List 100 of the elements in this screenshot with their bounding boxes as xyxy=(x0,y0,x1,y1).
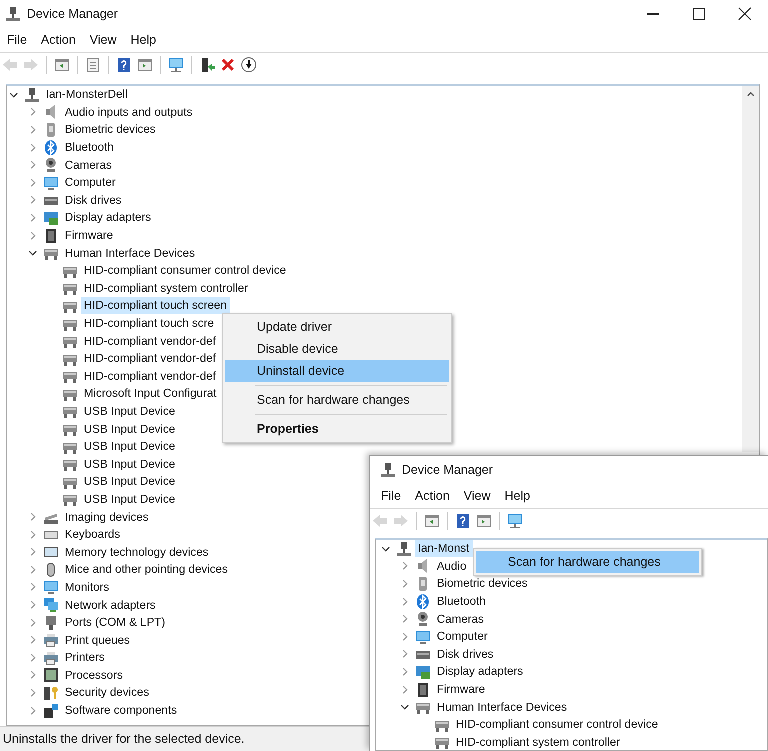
tree-item[interactable]: Microsoft Input Configurat xyxy=(81,385,220,402)
tree-item[interactable]: HID-compliant touch screen xyxy=(81,297,230,314)
monitor-icon[interactable] xyxy=(168,56,184,72)
tree-item[interactable]: USB Input Device xyxy=(81,490,179,508)
tree-item[interactable]: Human Interface Devices xyxy=(62,244,198,262)
menu-item[interactable]: Uninstall device xyxy=(225,360,449,382)
tree-item[interactable]: Computer xyxy=(62,174,119,192)
chevron-right-icon[interactable] xyxy=(28,178,38,188)
tree-item[interactable]: Bluetooth xyxy=(62,139,117,156)
chevron-right-icon[interactable] xyxy=(28,530,38,540)
menu-item[interactable]: Scan for hardware changes xyxy=(476,551,699,573)
menu-item[interactable]: File xyxy=(0,33,34,47)
chevron-right-icon[interactable] xyxy=(28,107,38,118)
tree-item[interactable]: Firmware xyxy=(62,227,116,244)
tree-item[interactable]: USB Input Device xyxy=(81,456,179,473)
chevron-right-icon[interactable] xyxy=(28,670,38,680)
tree-item[interactable]: Ian-MonsterDell xyxy=(43,86,131,104)
tree-item[interactable]: Ian-Monst xyxy=(415,540,473,558)
chevron-right-icon[interactable] xyxy=(28,688,38,698)
tree-item[interactable]: Processors xyxy=(62,666,126,684)
tree-item[interactable]: Mice and other pointing devices xyxy=(62,561,232,578)
tree-item[interactable]: Firmware xyxy=(434,681,488,698)
chevron-down-icon[interactable] xyxy=(400,702,410,712)
tree-item[interactable]: HID-compliant system controller xyxy=(81,280,252,297)
tree-item[interactable]: USB Input Device xyxy=(81,473,179,490)
tree-item[interactable]: Cameras xyxy=(434,610,488,628)
menu-item[interactable]: Action xyxy=(408,489,457,503)
tree-item[interactable]: Security devices xyxy=(62,684,152,702)
tree-item[interactable]: Disk drives xyxy=(62,192,125,209)
tree-item[interactable]: Monitors xyxy=(62,578,112,596)
chevron-right-icon[interactable] xyxy=(28,635,38,646)
tree-item[interactable]: Audio xyxy=(434,558,470,575)
chevron-right-icon[interactable] xyxy=(28,618,38,628)
tree-item[interactable]: USB Input Device xyxy=(81,438,179,456)
tree-item[interactable]: HID-compliant vendor-def xyxy=(81,368,220,385)
pane-icon[interactable] xyxy=(54,56,70,72)
tree-item[interactable]: USB Input Device xyxy=(81,402,179,420)
chevron-right-icon[interactable] xyxy=(28,564,38,575)
monitor-icon[interactable] xyxy=(507,512,523,528)
tree-item[interactable]: Biometric devices xyxy=(434,575,531,592)
tree-item[interactable]: Bluetooth xyxy=(434,593,489,610)
tree-item[interactable]: Printers xyxy=(62,649,108,666)
tree-item[interactable]: Audio inputs and outputs xyxy=(62,104,196,121)
tree-item[interactable]: Computer xyxy=(434,628,491,646)
scroll-up-icon[interactable] xyxy=(746,90,756,98)
document-icon[interactable] xyxy=(85,56,101,72)
tree-item[interactable]: Imaging devices xyxy=(62,508,152,526)
chevron-right-icon[interactable] xyxy=(28,195,38,206)
cross-icon[interactable] xyxy=(220,56,236,72)
tree-item[interactable]: Disk drives xyxy=(434,646,497,663)
chevron-down-icon[interactable] xyxy=(28,248,38,258)
tree-item[interactable]: HID-compliant touch scre xyxy=(81,315,218,332)
chevron-right-icon[interactable] xyxy=(28,582,38,592)
tree-item[interactable]: Network adapters xyxy=(62,596,159,614)
tree-item[interactable]: Ports (COM & LPT) xyxy=(62,614,168,632)
chevron-right-icon[interactable] xyxy=(28,512,38,522)
chevron-right-icon[interactable] xyxy=(28,142,38,153)
chevron-right-icon[interactable] xyxy=(400,578,410,589)
menu-item[interactable]: Update driver xyxy=(225,316,449,338)
chevron-right-icon[interactable] xyxy=(28,600,38,610)
tree-item[interactable]: Display adapters xyxy=(62,209,154,226)
tree-item[interactable]: HID-compliant consumer control device xyxy=(81,262,290,280)
chevron-right-icon[interactable] xyxy=(28,706,38,716)
chevron-right-icon[interactable] xyxy=(400,632,410,642)
chevron-right-icon[interactable] xyxy=(28,160,38,170)
tree-item[interactable]: Memory technology devices xyxy=(62,544,212,561)
menu-item[interactable]: Help xyxy=(124,33,164,47)
chevron-right-icon[interactable] xyxy=(400,649,410,660)
menu-item[interactable]: Scan for hardware changes xyxy=(225,389,449,411)
menu-item[interactable]: View xyxy=(456,489,498,503)
tree-item[interactable]: Keyboards xyxy=(62,526,124,544)
chevron-right-icon[interactable] xyxy=(28,124,38,135)
pane-icon[interactable] xyxy=(137,56,153,72)
tree-item[interactable]: Cameras xyxy=(62,156,116,174)
driver-update-icon[interactable] xyxy=(199,56,215,72)
chevron-right-icon[interactable] xyxy=(400,614,410,624)
menu-item[interactable]: View xyxy=(82,33,124,47)
chevron-right-icon[interactable] xyxy=(28,230,38,241)
chevron-right-icon[interactable] xyxy=(28,212,38,223)
menu-item[interactable]: Help xyxy=(498,489,538,503)
menu-item[interactable]: Disable device xyxy=(225,338,449,360)
pane-icon[interactable] xyxy=(424,512,440,528)
chevron-right-icon[interactable] xyxy=(28,547,38,558)
menu-item[interactable]: Action xyxy=(34,33,83,47)
scrollbar[interactable] xyxy=(742,86,759,452)
chevron-right-icon[interactable] xyxy=(400,684,410,695)
chevron-right-icon[interactable] xyxy=(400,666,410,677)
chevron-right-icon[interactable] xyxy=(28,652,38,663)
menu-item[interactable]: File xyxy=(374,489,408,503)
tree-item[interactable]: Print queues xyxy=(62,632,134,649)
tree-item[interactable]: Display adapters xyxy=(434,663,526,680)
tree-item[interactable]: USB Input Device xyxy=(81,420,179,438)
tree-item[interactable]: Human Interface Devices xyxy=(434,698,570,716)
chevron-right-icon[interactable] xyxy=(400,596,410,607)
tree-item[interactable]: HID-compliant vendor-def xyxy=(81,350,220,368)
menu-item[interactable]: Properties xyxy=(225,418,449,440)
tree-item[interactable]: HID-compliant vendor-def xyxy=(81,332,220,350)
tree-item[interactable]: HID-compliant system controller xyxy=(453,734,624,750)
tree-item[interactable]: Biometric devices xyxy=(62,121,159,138)
tree-item[interactable]: Software components xyxy=(62,702,180,720)
